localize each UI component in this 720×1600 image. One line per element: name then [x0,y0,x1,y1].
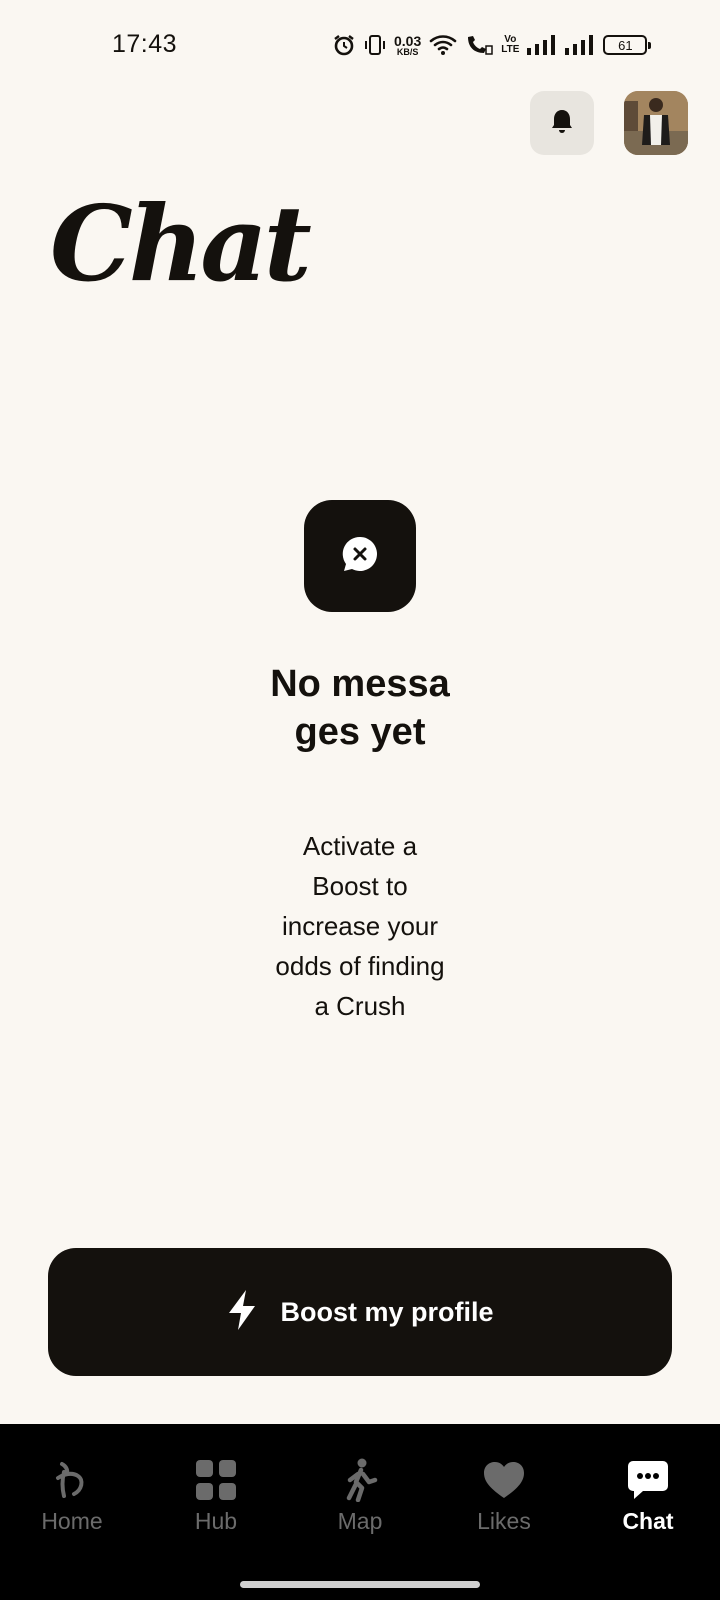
avatar-photo [624,91,688,155]
nav-label-hub: Hub [194,1508,238,1534]
network-speed-value: 0.03 [394,32,422,49]
page-title: Chat [50,182,312,305]
status-icons: 0.03 KB/S Vo LTE 61 [332,30,652,60]
bottom-nav: Home Hub Map Likes Chat [0,1424,720,1568]
network-speed-unit: KB/S [396,46,419,57]
empty-state-icon-tile [304,500,416,612]
chat-icon [626,1458,670,1502]
chat-screen: 17:43 0.03 KB/S Vo LTE 61 Chat No messag… [0,0,720,1600]
nav-item-map[interactable]: Map [288,1424,432,1568]
empty-state-title: No messages yet [270,663,450,753]
nav-item-chat[interactable]: Chat [576,1424,720,1568]
lightning-icon [226,1289,258,1336]
alarm-icon [332,33,356,57]
boost-button-label: Boost my profile [280,1296,494,1327]
nav-item-likes[interactable]: Likes [432,1424,576,1568]
battery-icon: 61 [603,35,652,55]
gesture-bar [0,1568,720,1600]
wifi-calling-icon [465,34,493,56]
chat-off-icon [340,534,380,579]
home-indicator[interactable] [240,1581,480,1588]
network-speed: 0.03 KB/S [394,34,421,57]
wifi-icon [429,34,457,56]
boost-profile-button[interactable]: Boost my profile [48,1248,672,1376]
nav-label-home: Home [41,1508,103,1534]
grid-icon [194,1458,238,1502]
nav-item-hub[interactable]: Hub [144,1424,288,1568]
volte-indicator: Vo LTE [501,35,519,55]
walking-icon [338,1458,382,1502]
battery-level: 61 [618,37,633,53]
signal-icon [565,35,595,55]
nav-label-chat: Chat [622,1508,674,1534]
nav-label-likes: Likes [477,1508,531,1534]
nav-item-home[interactable]: Home [0,1424,144,1568]
nav-label-map: Map [337,1508,383,1534]
empty-state-description: Activate a Boost to increase your odds o… [275,831,445,1021]
volte-bottom: LTE [501,44,520,55]
status-bar: 17:43 0.03 KB/S Vo LTE 61 [0,0,720,88]
signal-icon [527,35,557,55]
heart-icon [482,1458,526,1502]
home-logo-icon [50,1458,94,1502]
vibrate-icon [364,33,386,57]
avatar[interactable] [624,91,688,155]
bell-icon [549,107,575,140]
status-time: 17:43 [112,30,178,58]
notifications-button[interactable] [530,91,594,155]
